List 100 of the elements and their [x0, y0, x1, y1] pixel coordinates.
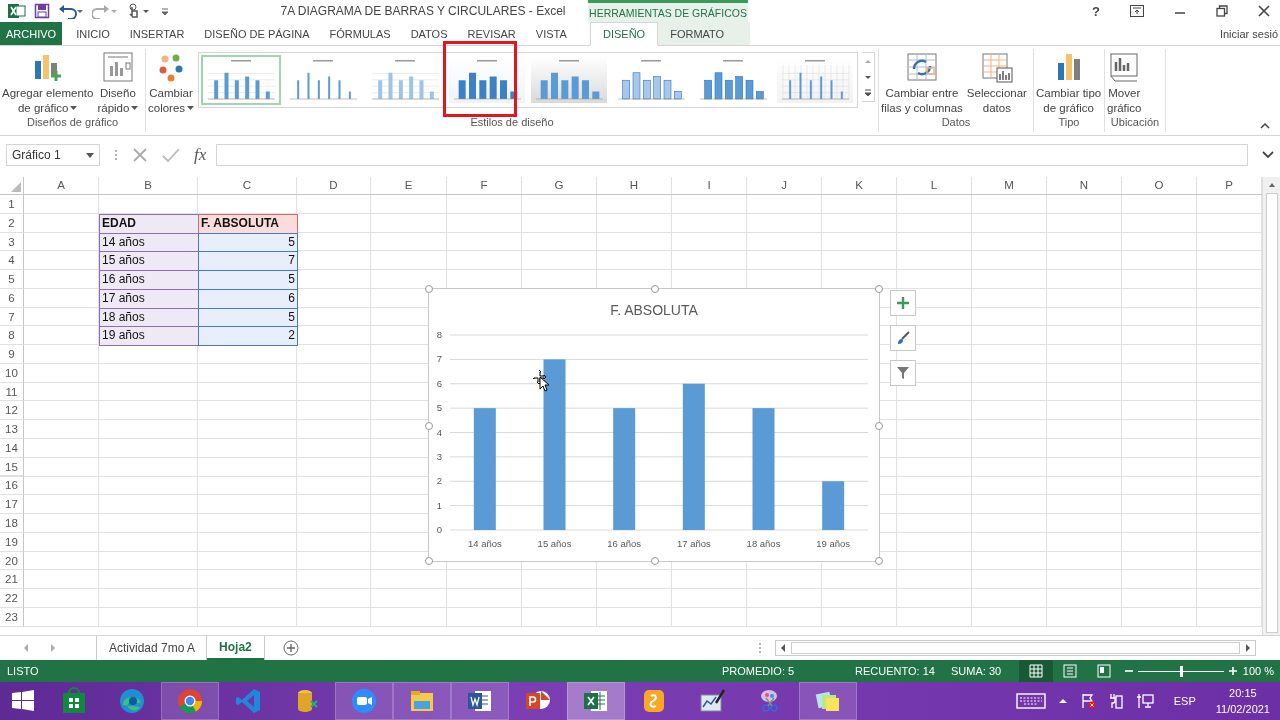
ribbon-tab[interactable]: FORMATO	[658, 22, 737, 45]
row-header[interactable]: 5	[0, 270, 24, 289]
column-header[interactable]: H	[597, 177, 672, 194]
row-header[interactable]: 7	[0, 307, 24, 327]
show-hidden-icons-icon[interactable]	[1057, 697, 1068, 705]
column-header[interactable]: E	[371, 177, 447, 194]
ribbon-tab[interactable]: INICIO	[66, 22, 120, 45]
previous-sheet-icon[interactable]	[22, 643, 30, 653]
taskbar-app[interactable]	[451, 682, 509, 720]
save-icon[interactable]	[34, 3, 50, 19]
resize-handle[interactable]	[875, 285, 883, 293]
ribbon-command[interactable]: Diseño rápido	[97, 49, 139, 116]
ribbon-command[interactable]: Cambiar colores	[148, 49, 195, 116]
row-header[interactable]: 2	[0, 213, 24, 233]
taskbar-app[interactable]	[799, 682, 857, 720]
column-header[interactable]: B	[99, 177, 198, 194]
column-header[interactable]: M	[972, 177, 1047, 194]
touch-mode-icon[interactable]	[126, 3, 152, 19]
row-header[interactable]: 3	[0, 232, 24, 252]
vertical-scrollbar[interactable]	[1262, 177, 1280, 635]
file-tab[interactable]: ARCHIVO	[0, 22, 63, 45]
row-header[interactable]: 16	[0, 476, 24, 496]
row-header[interactable]: 19	[0, 532, 24, 552]
ribbon-tab[interactable]: REVISAR	[457, 22, 526, 45]
column-header[interactable]: L	[897, 177, 972, 194]
ribbon-tab[interactable]: VISTA	[525, 22, 577, 45]
ribbon-command[interactable]: Seleccionar datos	[966, 49, 1027, 116]
row-header[interactable]: 18	[0, 514, 24, 533]
ribbon-display-icon[interactable]	[1130, 5, 1144, 17]
battery-icon[interactable]	[1107, 693, 1124, 709]
keyboard-icon[interactable]	[1015, 693, 1046, 709]
row-header[interactable]: 10	[0, 363, 24, 383]
sign-in-link[interactable]: Iniciar sesió	[1219, 27, 1280, 40]
sheet-tab[interactable]: Actividad 7mo A	[97, 636, 208, 660]
horizontal-scrollbar[interactable]	[774, 640, 1256, 656]
cancel-icon[interactable]	[132, 147, 148, 163]
column-header[interactable]: O	[1122, 177, 1197, 194]
help-button[interactable]: ?	[1092, 3, 1100, 19]
row-header[interactable]: 17	[0, 495, 24, 514]
clock-time[interactable]: 20:15	[1229, 685, 1257, 701]
resize-handle[interactable]	[651, 285, 659, 293]
redo-icon[interactable]	[92, 3, 118, 19]
insert-function-button[interactable]: fx	[194, 145, 207, 165]
row-header[interactable]: 23	[0, 607, 24, 627]
next-sheet-icon[interactable]	[49, 643, 57, 653]
chart-style-thumbnail[interactable]	[201, 55, 282, 105]
resize-handle[interactable]	[875, 422, 883, 430]
resize-handle[interactable]	[651, 557, 659, 565]
column-header[interactable]: N	[1047, 177, 1122, 194]
column-header[interactable]: K	[822, 177, 897, 194]
column-header[interactable]: I	[672, 177, 747, 194]
row-header[interactable]: 22	[0, 589, 24, 608]
chart-area[interactable]: F. ABSOLUTA 0 1 2 3 4 5 6 7 8 14 años 15 años 16 años 17 años 18 años 19 años	[428, 288, 880, 562]
column-header[interactable]: F	[447, 177, 522, 194]
row-header[interactable]: 4	[0, 251, 24, 271]
column-header[interactable]: A	[24, 177, 99, 194]
row-header[interactable]: 14	[0, 438, 24, 458]
ribbon-tab[interactable]: DATOS	[400, 22, 458, 45]
resize-handle[interactable]	[425, 422, 433, 430]
ribbon-tab[interactable]: FÓRMULAS	[319, 22, 401, 45]
row-header[interactable]: 11	[0, 382, 24, 402]
view-button[interactable]	[1019, 660, 1053, 682]
undo-icon[interactable]	[58, 3, 84, 19]
formula-input[interactable]	[216, 144, 1248, 166]
clock-date[interactable]: 11/02/2021	[1215, 701, 1270, 717]
zoom-in-icon[interactable]	[1228, 666, 1238, 676]
row-header[interactable]: 9	[0, 345, 24, 364]
chart-filters-button[interactable]	[890, 360, 916, 386]
column-header[interactable]: C	[198, 177, 297, 194]
ribbon-command[interactable]: Cambiar entre filas y columnas	[881, 49, 963, 116]
ribbon-tab[interactable]: DISEÑO DE PÁGINA	[194, 22, 320, 45]
row-header[interactable]: 13	[0, 420, 24, 439]
row-header[interactable]: 20	[0, 551, 24, 571]
scroll-up-icon[interactable]	[1266, 181, 1277, 189]
name-box[interactable]: Gráfico 1	[6, 144, 100, 166]
row-header[interactable]: 12	[0, 401, 24, 421]
column-header[interactable]: G	[522, 177, 597, 194]
taskbar-app[interactable]	[567, 682, 625, 720]
flag-icon[interactable]	[1079, 693, 1096, 709]
row-header[interactable]: 1	[0, 195, 24, 214]
close-icon[interactable]	[1258, 5, 1270, 17]
expand-icon[interactable]	[1262, 151, 1274, 159]
row-header[interactable]: 6	[0, 288, 24, 308]
add-sheet-icon[interactable]	[282, 640, 299, 656]
resize-handle[interactable]	[425, 557, 433, 565]
collapse-ribbon-icon[interactable]	[1260, 122, 1270, 130]
chart-styles-button[interactable]	[890, 325, 916, 351]
ribbon-tab[interactable]: INSERTAR	[119, 22, 195, 45]
ribbon-command[interactable]: Mover gráfico	[1107, 49, 1142, 116]
column-header[interactable]: D	[297, 177, 371, 194]
sheet-tab[interactable]: Hoja2	[207, 636, 264, 660]
chart-elements-button[interactable]	[890, 290, 916, 316]
restore-icon[interactable]	[1216, 5, 1228, 17]
ribbon-command[interactable]: Cambiar tipo de gráfico	[1036, 49, 1102, 116]
resize-handle[interactable]	[875, 557, 883, 565]
ribbon-tab[interactable]: DISEÑO	[590, 22, 659, 46]
ribbon-command[interactable]: Agregar elemento de gráfico	[2, 49, 94, 116]
language-indicator[interactable]: ESP	[1173, 695, 1196, 707]
resize-handle[interactable]	[425, 285, 433, 293]
taskbar-app[interactable]	[335, 682, 393, 720]
